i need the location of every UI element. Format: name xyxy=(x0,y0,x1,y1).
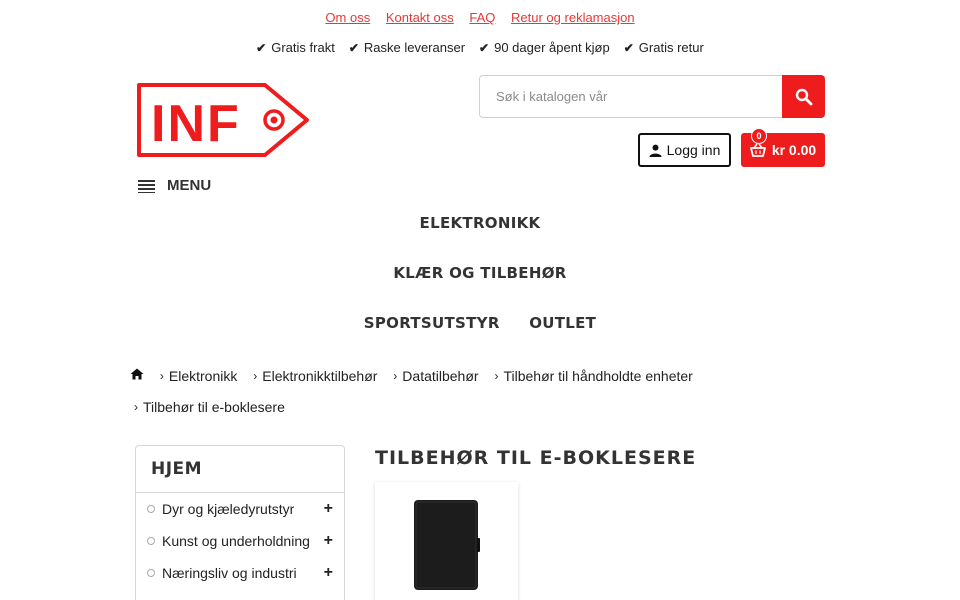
sidebar-item-label: Næringsliv og industri xyxy=(162,565,297,581)
usp-item: ✔ Gratis retur xyxy=(623,40,704,55)
product-card[interactable] xyxy=(375,482,518,600)
expand-plus-icon[interactable]: + xyxy=(324,564,333,582)
logo-tag-icon: INF xyxy=(137,83,309,157)
breadcrumb-item[interactable]: › Elektronikktilbehør xyxy=(253,361,377,391)
category-sidebar: HJEM Dyr og kjæledyrutstyr + Kunst og un… xyxy=(135,445,345,600)
login-label: Logg inn xyxy=(666,142,721,158)
search-icon xyxy=(795,88,812,105)
sidebar-item-kunst[interactable]: Kunst og underholdning + xyxy=(136,525,344,557)
top-links: Om oss Kontakt oss FAQ Retur og reklamas… xyxy=(0,10,960,25)
sidebar-item-label: Dyr og kjæledyrutstyr xyxy=(162,501,295,517)
menu-toggle[interactable]: MENU xyxy=(138,177,211,194)
check-icon: ✔ xyxy=(623,40,634,55)
chevron-right-icon: › xyxy=(159,369,164,383)
nav-row-2: KLÆR OG TILBEHØR xyxy=(0,264,960,282)
breadcrumb-item[interactable]: › Elektronikk xyxy=(160,361,237,391)
hamburger-icon xyxy=(138,179,155,193)
nav-row-1: ELEKTRONIKK xyxy=(0,214,960,232)
nav-item-outlet[interactable]: OUTLET xyxy=(529,314,596,332)
link-faq[interactable]: FAQ xyxy=(469,10,495,25)
chevron-right-icon: › xyxy=(393,369,398,383)
sidebar-item-dyr[interactable]: Dyr og kjæledyrutstyr + xyxy=(136,493,344,525)
search-bar xyxy=(479,75,825,118)
breadcrumb: › Elektronikk › Elektronikktilbehør › Datat… xyxy=(130,360,830,422)
search-input[interactable] xyxy=(479,75,782,118)
svg-text:INF: INF xyxy=(151,95,241,153)
sidebar-title[interactable]: HJEM xyxy=(136,446,344,493)
breadcrumb-current: › Tilbehør til e-boklesere xyxy=(134,392,285,422)
usp-bar: ✔ Gratis frakt ✔ Raske leveranser ✔ 90 dage… xyxy=(0,40,960,55)
link-kontakt-oss[interactable]: Kontakt oss xyxy=(386,10,454,25)
basket-icon xyxy=(749,143,766,157)
logo[interactable]: INF xyxy=(135,82,311,158)
menu-label: MENU xyxy=(167,177,212,194)
bullet-icon xyxy=(147,537,155,545)
expand-plus-icon[interactable]: + xyxy=(324,500,333,518)
cart-total: kr 0.00 xyxy=(771,142,817,158)
cart-button[interactable]: 0 kr 0.00 xyxy=(741,128,825,167)
check-icon: ✔ xyxy=(479,40,490,55)
check-icon: ✔ xyxy=(256,40,267,55)
login-button[interactable]: Logg inn xyxy=(638,133,731,167)
nav-item-klaer[interactable]: KLÆR OG TILBEHØR xyxy=(393,264,566,282)
usp-item: ✔ Raske leveranser xyxy=(348,40,466,55)
home-icon xyxy=(130,368,144,380)
chevron-right-icon: › xyxy=(134,400,138,414)
chevron-right-icon: › xyxy=(494,369,499,383)
breadcrumb-item[interactable]: › Datatilbehør xyxy=(393,361,478,391)
chevron-right-icon: › xyxy=(253,369,258,383)
usp-item: ✔ Gratis frakt xyxy=(256,40,335,55)
search-button[interactable] xyxy=(782,75,825,118)
cart-count-badge: 0 xyxy=(751,128,767,144)
nav-item-elektronikk[interactable]: ELEKTRONIKK xyxy=(420,214,541,232)
bullet-icon xyxy=(147,569,155,577)
link-om-oss[interactable]: Om oss xyxy=(325,10,370,25)
nav-item-sportsutstyr[interactable]: SPORTSUTSTYR xyxy=(364,314,500,332)
link-retur[interactable]: Retur og reklamasjon xyxy=(511,10,635,25)
breadcrumb-home[interactable] xyxy=(130,368,144,380)
user-icon xyxy=(649,144,662,157)
expand-plus-icon[interactable]: + xyxy=(324,532,333,550)
bullet-icon xyxy=(147,505,155,513)
sidebar-item-naeringsliv[interactable]: Næringsliv og industri + xyxy=(136,557,344,589)
nav-row-3: SPORTSUTSTYR OUTLET xyxy=(0,314,960,332)
category-title: TILBEHØR TIL E-BOKLESERE xyxy=(375,447,697,469)
usp-item: ✔ 90 dager åpent kjøp xyxy=(479,40,610,55)
sidebar-item-label: Kunst og underholdning xyxy=(162,533,310,549)
check-icon: ✔ xyxy=(348,40,359,55)
product-image xyxy=(414,500,480,590)
breadcrumb-item[interactable]: › Tilbehør til håndholdte enheter xyxy=(494,361,692,391)
